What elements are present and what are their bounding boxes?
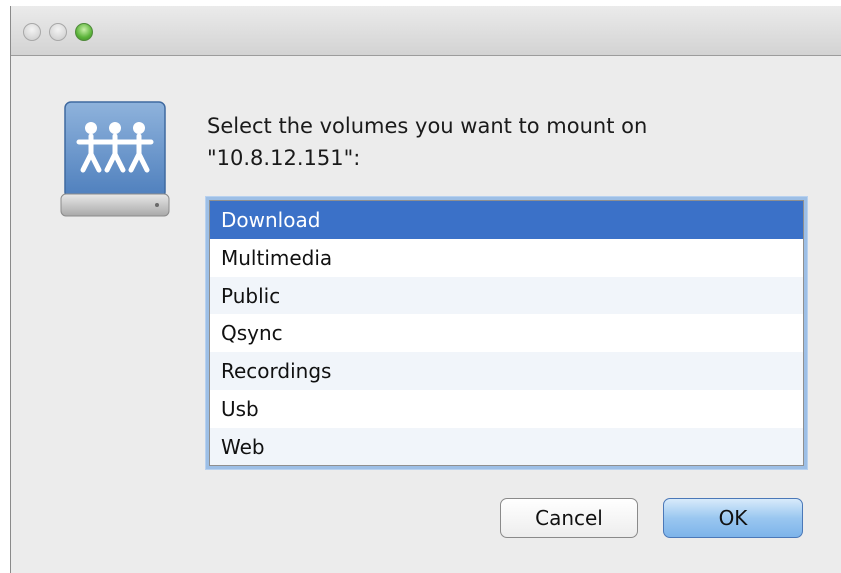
volume-item-download[interactable]: Download: [210, 201, 803, 239]
volume-item-qsync[interactable]: Qsync: [210, 314, 803, 352]
minimize-button[interactable]: [49, 23, 67, 41]
cancel-button[interactable]: Cancel: [500, 498, 638, 538]
zoom-button[interactable]: [75, 23, 93, 41]
prompt-line-2: "10.8.12.151":: [207, 146, 361, 170]
mount-prompt: Select the volumes you want to mount on …: [207, 110, 787, 174]
ok-button[interactable]: OK: [663, 498, 803, 538]
mount-volumes-dialog: Select the volumes you want to mount on …: [10, 6, 841, 573]
volume-item-multimedia[interactable]: Multimedia: [210, 239, 803, 277]
volume-list[interactable]: Download Multimedia Public Qsync Recordi…: [209, 200, 804, 466]
close-button[interactable]: [23, 23, 41, 41]
volume-item-usb[interactable]: Usb: [210, 390, 803, 428]
shared-server-icon: [60, 101, 170, 217]
title-bar[interactable]: [11, 6, 841, 56]
prompt-line-1: Select the volumes you want to mount on: [207, 114, 648, 138]
volume-item-public[interactable]: Public: [210, 276, 803, 315]
volume-item-web[interactable]: Web: [210, 427, 803, 465]
volume-item-recordings[interactable]: Recordings: [210, 352, 803, 390]
